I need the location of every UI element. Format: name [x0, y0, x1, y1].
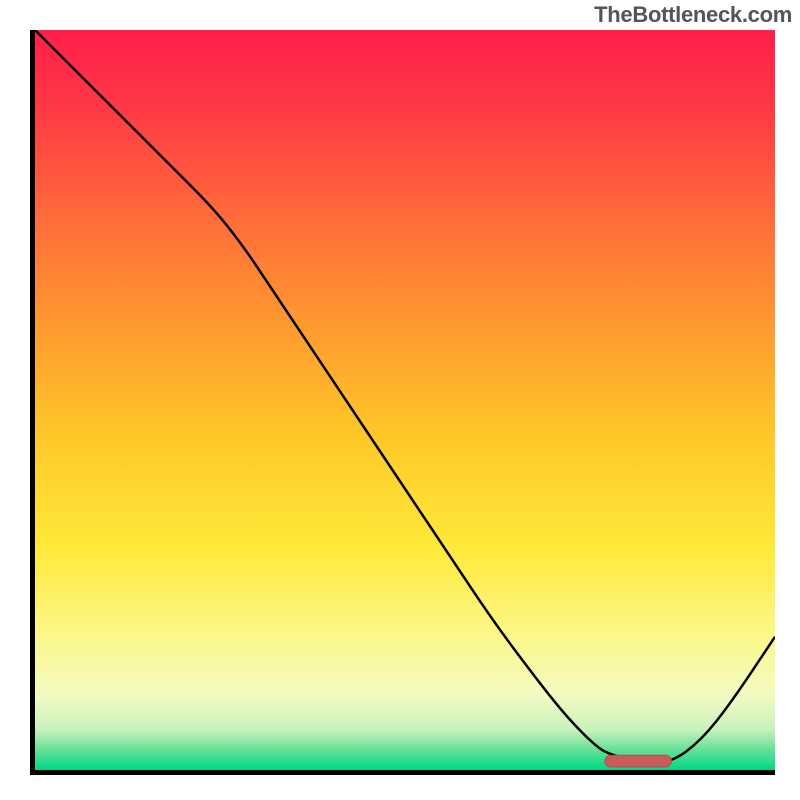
chart-svg: [35, 30, 775, 770]
watermark-text: TheBottleneck.com: [594, 2, 792, 28]
chart-container: TheBottleneck.com: [0, 0, 800, 800]
plot-area: [30, 30, 775, 775]
target-marker: [605, 755, 672, 767]
